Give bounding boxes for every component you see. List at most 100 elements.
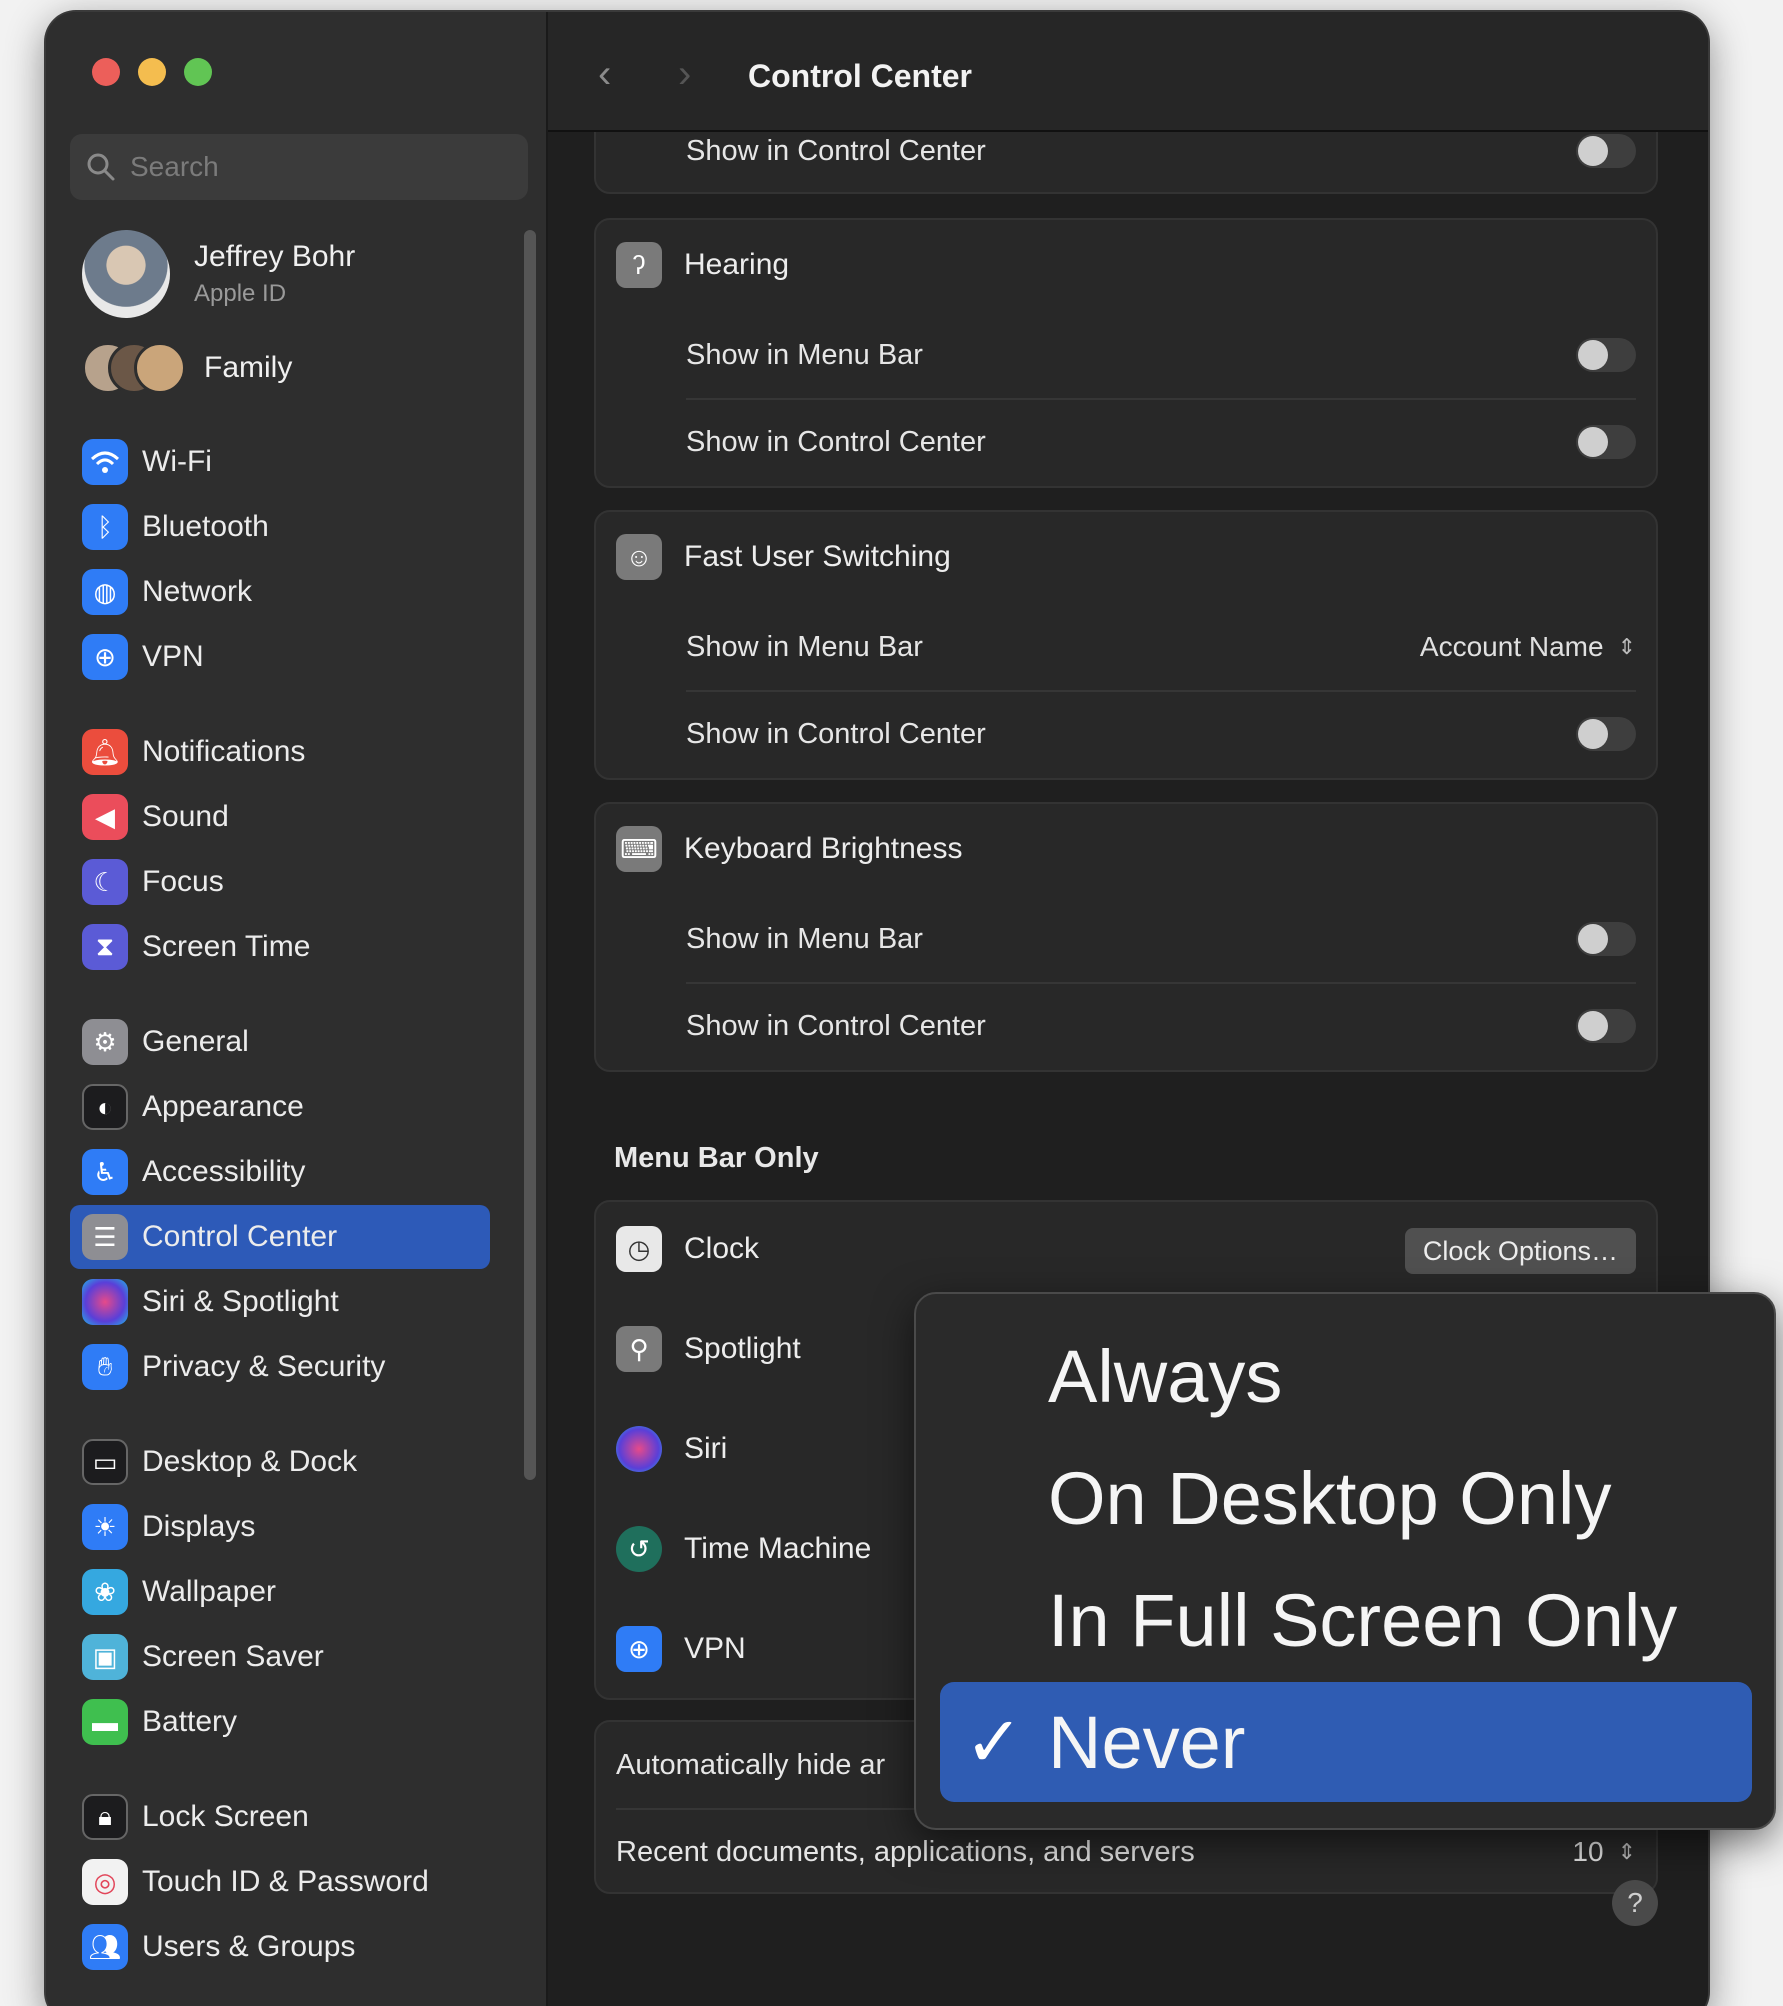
card-title: Keyboard Brightness	[684, 832, 963, 865]
sidebar-item-label: Wallpaper	[142, 1575, 276, 1608]
sidebar-item-displays[interactable]: ☀︎ Displays	[70, 1495, 490, 1559]
toggle-switch[interactable]	[1576, 425, 1636, 459]
sidebar-item-wifi[interactable]: Wi-Fi	[70, 430, 490, 494]
toggle-switch[interactable]	[1576, 922, 1636, 956]
toggle-switch[interactable]	[1576, 717, 1636, 751]
card-title: Fast User Switching	[684, 540, 951, 573]
toggle-switch[interactable]	[1576, 1009, 1636, 1043]
keyboard-icon: ⌨︎	[616, 826, 662, 872]
item-label: Time Machine	[684, 1532, 872, 1565]
sidebar-item-label: Privacy & Security	[142, 1350, 386, 1383]
menu-bar-item-siri: Siri	[616, 1426, 727, 1472]
card-title: Hearing	[684, 248, 790, 281]
item-label: VPN	[684, 1632, 746, 1665]
family-label: Family	[204, 351, 293, 384]
close-button[interactable]	[92, 58, 120, 86]
sidebar-item-focus[interactable]: ☾ Focus	[70, 850, 490, 914]
back-arrow-icon[interactable]: ‹	[598, 52, 611, 97]
search-icon	[87, 153, 115, 181]
minimize-button[interactable]	[138, 58, 166, 86]
menu-option-always[interactable]: Always	[940, 1316, 1752, 1436]
moon-icon: ☾	[82, 859, 128, 905]
recent-count-select[interactable]: 10	[1572, 1836, 1603, 1868]
menu-bar-item-spotlight: ⚲ Spotlight	[616, 1326, 801, 1372]
menu-bar-item-vpn: ⊕ VPN	[616, 1626, 746, 1672]
sidebar-item-accessibility[interactable]: ♿︎ Accessibility	[70, 1140, 490, 1204]
sidebar-item-appearance[interactable]: ◐ Appearance	[70, 1075, 490, 1139]
menu-option-in-full-screen-only[interactable]: In Full Screen Only	[940, 1560, 1752, 1680]
users-icon: 👥︎	[82, 1924, 128, 1970]
sidebar-item-label: Screen Time	[142, 930, 311, 963]
sidebar-item-label: Network	[142, 575, 253, 608]
sidebar-scrollbar[interactable]	[524, 230, 536, 1480]
help-button[interactable]: ?	[1612, 1880, 1658, 1926]
sidebar-item-notifications[interactable]: 🔔︎ Notifications	[70, 720, 490, 784]
zoom-button[interactable]	[184, 58, 212, 86]
sidebar-item-battery[interactable]: ▬ Battery	[70, 1690, 490, 1754]
sidebar-item-touch-id[interactable]: ◎ Touch ID & Password	[70, 1850, 490, 1914]
row-label: Show in Menu Bar	[686, 338, 923, 371]
sidebar-item-network[interactable]: ◍ Network	[70, 560, 490, 624]
sidebar-item-label: Sound	[142, 800, 229, 833]
sidebar-item-label: Notifications	[142, 735, 306, 768]
lock-icon: 🔒︎	[82, 1794, 128, 1840]
sidebar-item-screen-time[interactable]: ⧗ Screen Time	[70, 915, 490, 979]
clock-options-button[interactable]: Clock Options…	[1404, 1228, 1636, 1274]
sidebar-item-label: Lock Screen	[142, 1800, 309, 1833]
clock-icon: ◷	[616, 1226, 662, 1272]
apple-id-account[interactable]: Jeffrey Bohr Apple ID	[82, 230, 355, 318]
battery-icon: ▬	[82, 1699, 128, 1745]
sidebar-item-label: Appearance	[142, 1090, 304, 1123]
menu-option-label: On Desktop Only	[1048, 1456, 1612, 1540]
chevron-updown-icon[interactable]: ⇕	[1618, 1839, 1636, 1865]
sidebar-item-bluetooth[interactable]: ᛒ Bluetooth	[70, 495, 490, 559]
row-label: Show in Control Center	[686, 1009, 986, 1042]
toggle-switch[interactable]	[1576, 338, 1636, 372]
sidebar-item-general[interactable]: ⚙︎ General	[70, 1010, 490, 1074]
siri-icon	[82, 1279, 128, 1325]
sidebar-item-screen-saver[interactable]: ▣ Screen Saver	[70, 1625, 490, 1689]
menu-option-never[interactable]: ✓ Never	[940, 1682, 1752, 1802]
menu-bar-item-clock: ◷ Clock	[616, 1226, 759, 1272]
sidebar: Search Jeffrey Bohr Apple ID Family Wi-F…	[46, 12, 548, 2006]
setting-row: Show in Control Center	[686, 690, 1636, 776]
time-machine-icon: ↺	[616, 1526, 662, 1572]
sidebar-item-label: Users & Groups	[142, 1930, 356, 1963]
bell-icon: 🔔︎	[82, 729, 128, 775]
setting-row: Show in Menu Bar Account Name ⇕	[686, 604, 1636, 690]
sidebar-item-label: Desktop & Dock	[142, 1445, 358, 1478]
card-header: ☺ Fast User Switching	[616, 534, 951, 580]
sidebar-item-sound[interactable]: ◀︎ Sound	[70, 785, 490, 849]
user-subtitle: Apple ID	[194, 280, 287, 307]
sidebar-item-users-groups[interactable]: 👥︎ Users & Groups	[70, 1915, 490, 1979]
row-label: Show in Menu Bar	[686, 922, 923, 955]
sidebar-item-privacy-security[interactable]: ✋︎ Privacy & Security	[70, 1335, 490, 1399]
setting-row: Show in Menu Bar	[686, 896, 1636, 982]
chevron-updown-icon[interactable]: ⇕	[1618, 634, 1636, 660]
control-center-icon: ☰	[82, 1214, 128, 1260]
sidebar-item-wallpaper[interactable]: ❀ Wallpaper	[70, 1560, 490, 1624]
page-title: Control Center	[748, 58, 972, 94]
sidebar-item-label: Battery	[142, 1705, 238, 1738]
sun-icon: ☀︎	[82, 1504, 128, 1550]
sidebar-item-desktop-dock[interactable]: ▭ Desktop & Dock	[70, 1430, 490, 1494]
menu-option-on-desktop-only[interactable]: On Desktop Only	[940, 1438, 1752, 1558]
sidebar-item-lock-screen[interactable]: 🔒︎ Lock Screen	[70, 1785, 490, 1849]
card-header: ⌨︎ Keyboard Brightness	[616, 826, 963, 872]
wifi-icon	[82, 439, 128, 485]
sidebar-item-label: Wi-Fi	[142, 445, 212, 478]
toggle-switch[interactable]	[1576, 134, 1636, 168]
row-label: Show in Control Center	[686, 134, 986, 167]
search-input[interactable]: Search	[70, 134, 528, 200]
ear-icon: ʔ	[616, 242, 662, 288]
account-name-select[interactable]: Account Name	[1420, 631, 1604, 663]
sidebar-item-control-center[interactable]: ☰ Control Center	[70, 1205, 490, 1269]
fast-user-switching-card: ☺ Fast User Switching Show in Menu Bar A…	[594, 510, 1658, 780]
sidebar-item-label: Accessibility	[142, 1155, 306, 1188]
sidebar-item-family[interactable]: Family	[82, 342, 292, 394]
sidebar-item-vpn[interactable]: ⊕ VPN	[70, 625, 490, 689]
sidebar-item-siri-spotlight[interactable]: Siri & Spotlight	[70, 1270, 490, 1334]
forward-arrow-icon[interactable]: ›	[678, 52, 691, 97]
siri-orb-icon	[616, 1426, 662, 1472]
hand-icon: ✋︎	[82, 1344, 128, 1390]
